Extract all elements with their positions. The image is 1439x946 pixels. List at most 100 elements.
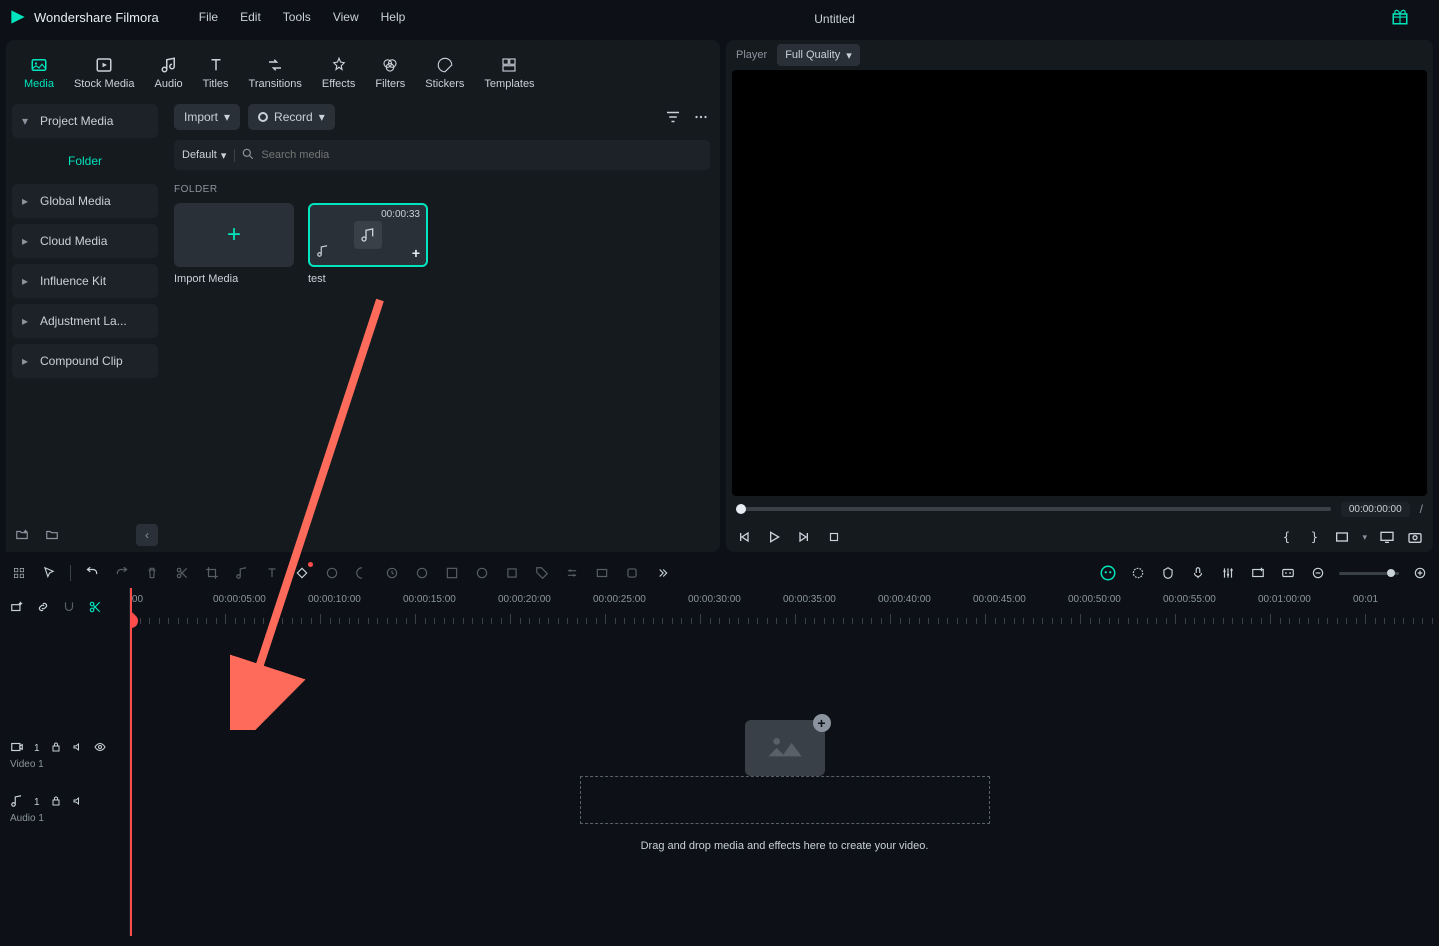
import-media-tile[interactable]: +: [174, 203, 294, 267]
mute-icon[interactable]: [72, 741, 84, 756]
timeline-tracks[interactable]: 00:0000:00:05:0000:00:10:0000:00:15:0000…: [130, 588, 1439, 936]
caption-icon[interactable]: [1279, 564, 1297, 582]
visibility-icon[interactable]: [94, 741, 106, 756]
zoom-slider[interactable]: [1339, 572, 1399, 575]
add-track-icon[interactable]: [10, 564, 28, 582]
prev-frame-button[interactable]: [736, 529, 752, 545]
sort-dropdown[interactable]: Default▾: [182, 149, 235, 162]
crop-icon[interactable]: [203, 564, 221, 582]
subtitle-icon[interactable]: [593, 564, 611, 582]
tab-stickers[interactable]: Stickers: [415, 48, 474, 98]
preview-panel: Player Full Quality▾ 00:00:00:00 / { } ▾: [726, 40, 1433, 552]
menu-help[interactable]: Help: [381, 10, 406, 24]
adjust-icon[interactable]: [563, 564, 581, 582]
video-track-icon: [10, 740, 24, 757]
menu-file[interactable]: File: [199, 10, 218, 24]
motion-icon[interactable]: [473, 564, 491, 582]
mixer-icon[interactable]: [1219, 564, 1237, 582]
search-input[interactable]: [261, 149, 702, 161]
sidebar-item-project-media[interactable]: ▾Project Media: [12, 104, 158, 138]
sidebar-item-influence-kit[interactable]: ▸Influence Kit: [12, 264, 158, 298]
crop-zoom-icon[interactable]: [503, 564, 521, 582]
mark-in-icon[interactable]: {: [1278, 529, 1294, 545]
speed-icon[interactable]: [323, 564, 341, 582]
mute-icon[interactable]: [72, 795, 84, 810]
delete-icon[interactable]: [143, 564, 161, 582]
text-icon[interactable]: [263, 564, 281, 582]
mark-out-icon[interactable]: }: [1306, 529, 1322, 545]
sidebar-item-compound-clip[interactable]: ▸Compound Clip: [12, 344, 158, 378]
preview-canvas[interactable]: [732, 70, 1427, 496]
expand-tools-icon[interactable]: [653, 564, 671, 582]
voiceover-icon[interactable]: [1189, 564, 1207, 582]
speed-ramp-icon[interactable]: [383, 564, 401, 582]
quality-dropdown[interactable]: Full Quality▾: [777, 44, 860, 66]
menu-tools[interactable]: Tools: [283, 10, 311, 24]
media-clip-test[interactable]: 00:00:33 +: [308, 203, 428, 267]
new-folder-icon[interactable]: [12, 525, 32, 545]
display-icon[interactable]: [1379, 529, 1395, 545]
chevron-right-icon: ▸: [22, 274, 32, 288]
link-icon[interactable]: [36, 600, 52, 616]
tab-transitions[interactable]: Transitions: [239, 48, 312, 98]
next-frame-button[interactable]: [796, 529, 812, 545]
snapshot-icon[interactable]: [1407, 529, 1423, 545]
tab-stock-media[interactable]: Stock Media: [64, 48, 145, 98]
tab-filters[interactable]: Filters: [365, 48, 415, 98]
ruler-tick: 00:00:45:00: [973, 594, 1026, 605]
redo-icon[interactable]: [113, 564, 131, 582]
undo-icon[interactable]: [83, 564, 101, 582]
playhead[interactable]: [130, 588, 132, 936]
sidebar-item-adjustment-layer[interactable]: ▸Adjustment La...: [12, 304, 158, 338]
keyframe-icon[interactable]: [293, 564, 311, 582]
stop-button[interactable]: [826, 529, 842, 545]
record-button[interactable]: Record▾: [248, 104, 335, 130]
menu-view[interactable]: View: [333, 10, 359, 24]
ai-assistant-icon[interactable]: [1099, 564, 1117, 582]
color-icon[interactable]: [353, 564, 371, 582]
chevron-down-icon[interactable]: ▾: [1362, 532, 1367, 543]
tab-effects[interactable]: Effects: [312, 48, 365, 98]
scrub-bar[interactable]: [736, 507, 1331, 511]
timeline-ruler[interactable]: 00:0000:00:05:0000:00:10:0000:00:15:0000…: [130, 588, 1439, 628]
bin-icon[interactable]: [42, 525, 62, 545]
tab-media[interactable]: Media: [14, 48, 64, 98]
zoom-out-icon[interactable]: [1309, 564, 1327, 582]
lock-icon[interactable]: [50, 741, 62, 756]
gift-icon[interactable]: [1391, 8, 1409, 26]
aspect-icon[interactable]: [1334, 529, 1350, 545]
split-icon[interactable]: [173, 564, 191, 582]
zoom-handle[interactable]: [1387, 569, 1395, 577]
add-media-icon[interactable]: [1249, 564, 1267, 582]
mask-icon[interactable]: [443, 564, 461, 582]
audio-track-header[interactable]: 1 Audio 1: [0, 782, 129, 836]
import-button[interactable]: Import▾: [174, 104, 240, 130]
tab-audio[interactable]: Audio: [145, 48, 193, 98]
timeline-drop-zone[interactable]: + Drag and drop media and effects here t…: [580, 748, 990, 852]
video-track-header[interactable]: 1 Video 1: [0, 728, 129, 782]
sidebar-item-folder[interactable]: Folder: [12, 144, 158, 178]
lock-icon[interactable]: [50, 795, 62, 810]
play-button[interactable]: [766, 529, 782, 545]
menu-edit[interactable]: Edit: [240, 10, 261, 24]
collapse-sidebar-button[interactable]: ‹: [136, 524, 158, 546]
zoom-in-icon[interactable]: [1411, 564, 1429, 582]
tab-titles[interactable]: Titles: [193, 48, 239, 98]
more-icon[interactable]: [692, 108, 710, 126]
auto-ripple-icon[interactable]: [88, 600, 104, 616]
filter-icon[interactable]: [664, 108, 682, 126]
scrub-handle[interactable]: [736, 504, 746, 514]
marker-icon[interactable]: [1159, 564, 1177, 582]
tab-templates[interactable]: Templates: [474, 48, 544, 98]
select-tool-icon[interactable]: [40, 564, 58, 582]
magnet-icon[interactable]: [62, 600, 78, 616]
green-screen-icon[interactable]: [413, 564, 431, 582]
sidebar-item-cloud-media[interactable]: ▸Cloud Media: [12, 224, 158, 258]
audio-edit-icon[interactable]: [233, 564, 251, 582]
track-add-icon[interactable]: [10, 600, 26, 616]
add-to-timeline-icon[interactable]: +: [412, 245, 420, 261]
sidebar-item-global-media[interactable]: ▸Global Media: [12, 184, 158, 218]
tag-icon[interactable]: [533, 564, 551, 582]
render-icon[interactable]: [1129, 564, 1147, 582]
ai-icon[interactable]: [623, 564, 641, 582]
